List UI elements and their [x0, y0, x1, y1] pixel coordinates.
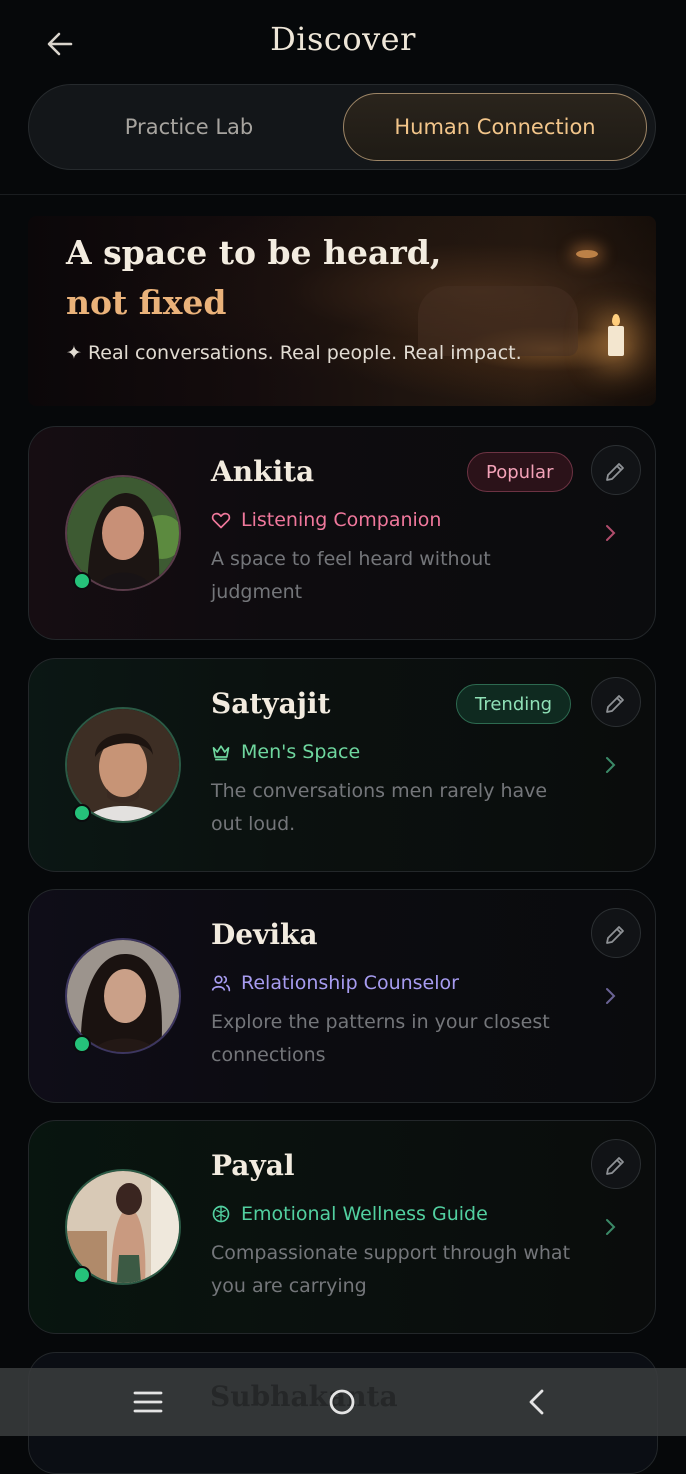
companion-description: Compassionate support through what you a…	[211, 1242, 571, 1297]
companion-card-devika[interactable]: Devika Relationship Counselor Explore th…	[28, 889, 656, 1103]
menu-icon	[133, 1391, 163, 1413]
crown-icon	[212, 745, 230, 761]
hero-candle-flame	[612, 314, 620, 326]
edit-button[interactable]	[591, 677, 641, 727]
companion-card-ankita[interactable]: Ankita Popular Listening Companion A spa…	[28, 426, 656, 640]
companion-role-label: Men's Space	[241, 741, 361, 763]
hero-subtitle: ✦ Real conversations. Real people. Real …	[66, 342, 522, 364]
home-button[interactable]	[320, 1382, 364, 1422]
companion-description: A space to feel heard without judgment	[211, 548, 491, 603]
users-icon	[211, 975, 231, 992]
hero-title-line1: A space to be heard,	[66, 233, 442, 272]
edit-button[interactable]	[591, 908, 641, 958]
hero-banner: A space to be heard, not fixed ✦ Real co…	[28, 216, 656, 406]
online-status-dot	[73, 804, 91, 822]
pencil-icon	[606, 926, 624, 944]
top-header: Discover	[0, 0, 686, 86]
tab-practice-lab[interactable]: Practice Lab	[39, 93, 339, 161]
companion-name: Ankita	[211, 455, 315, 488]
home-circle-icon	[329, 1389, 355, 1415]
edit-button[interactable]	[591, 445, 641, 495]
companion-name: Satyajit	[211, 687, 331, 720]
mode-segmented-control: Practice Lab Human Connection	[28, 84, 656, 170]
companion-role-label: Emotional Wellness Guide	[241, 1203, 488, 1225]
companion-description: The conversations men rarely have out lo…	[211, 780, 548, 835]
companion-card-satyajit[interactable]: Satyajit Trending Men's Space The conver…	[28, 658, 656, 872]
system-nav-bar: Subhakanta	[0, 1368, 686, 1436]
chevron-right-icon[interactable]	[601, 1217, 621, 1237]
companion-role: Emotional Wellness Guide	[211, 1203, 488, 1225]
back-chevron-icon	[529, 1389, 544, 1415]
tab-human-connection[interactable]: Human Connection	[343, 93, 647, 161]
companion-role-label: Relationship Counselor	[241, 972, 459, 994]
header-divider	[0, 194, 686, 195]
pencil-icon	[606, 463, 624, 481]
hero-candle	[608, 326, 624, 356]
companion-name: Devika	[211, 918, 318, 951]
system-back-button[interactable]	[514, 1382, 558, 1422]
heart-icon	[211, 512, 231, 529]
companion-card-payal[interactable]: Payal Emotional Wellness Guide Compassio…	[28, 1120, 656, 1334]
companion-role: Men's Space	[211, 741, 360, 763]
brain-icon	[212, 1205, 230, 1223]
companion-role: Relationship Counselor	[211, 972, 459, 994]
trending-badge: Trending	[456, 684, 572, 724]
companion-description: Explore the patterns in your closest con…	[211, 1011, 550, 1066]
online-status-dot	[73, 1035, 91, 1053]
pencil-icon	[606, 695, 624, 713]
companion-role-label: Listening Companion	[241, 509, 442, 531]
hero-lamp-glow	[576, 250, 598, 258]
popular-badge: Popular	[467, 452, 573, 492]
online-status-dot	[73, 572, 91, 590]
edit-button[interactable]	[591, 1139, 641, 1189]
online-status-dot	[73, 1266, 91, 1284]
chevron-right-icon[interactable]	[601, 523, 621, 543]
peek-companion-name: Subhakanta	[210, 1380, 398, 1413]
page-title: Discover	[270, 20, 416, 58]
companion-name: Payal	[211, 1149, 295, 1182]
chevron-right-icon[interactable]	[601, 986, 621, 1006]
companion-role: Listening Companion	[211, 509, 441, 531]
pencil-icon	[606, 1157, 624, 1175]
hero-title-accent: not fixed	[66, 283, 227, 322]
chevron-right-icon[interactable]	[601, 755, 621, 775]
menu-button[interactable]	[126, 1382, 170, 1422]
hero-title: A space to be heard, not fixed	[66, 228, 441, 328]
